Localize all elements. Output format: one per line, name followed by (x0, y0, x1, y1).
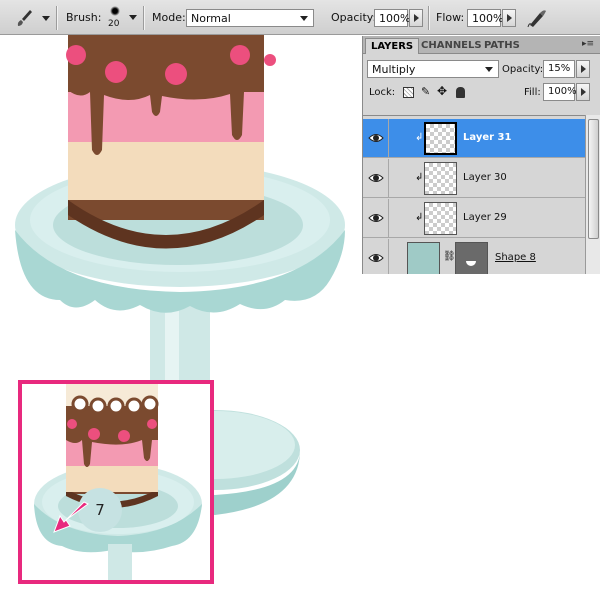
mode-value: Normal (191, 12, 231, 25)
eye-icon (368, 254, 384, 262)
tab-channels[interactable]: CHANNELS (416, 38, 487, 54)
layers-scrollbar[interactable] (585, 115, 600, 274)
blend-mode-select[interactable]: Multiply (367, 60, 499, 78)
flow-input[interactable]: 100% (467, 9, 504, 27)
flow-label: Flow: (436, 11, 465, 24)
layer-opacity-label: Opacity: (502, 64, 544, 75)
options-bar: Brush: 20 Mode: Normal Opacity: 100% Flo… (0, 0, 600, 35)
blend-row: Multiply Opacity: 15% (363, 58, 600, 80)
fill-value: 100% (548, 86, 577, 97)
layer-row-layer-31[interactable]: ↲ Layer 31 (363, 119, 585, 158)
cake (66, 0, 276, 249)
inset-artwork (34, 384, 202, 580)
layer-name[interactable]: Layer 31 (463, 132, 511, 143)
airbrush-icon[interactable] (526, 7, 548, 29)
fill-slider-button[interactable] (576, 83, 590, 101)
visibility-toggle[interactable] (363, 159, 389, 198)
tool-preset-dropdown-icon[interactable] (42, 16, 50, 21)
chevron-down-icon (485, 67, 493, 72)
flow-value: 100% (472, 12, 504, 25)
layer-opacity-slider-button[interactable] (576, 60, 590, 78)
brush-dropdown-icon[interactable] (129, 15, 137, 20)
opacity-input[interactable]: 100% (374, 9, 411, 27)
flow-slider-button[interactable] (502, 9, 516, 27)
brush-size: 20 (108, 19, 120, 29)
panel-menu-icon[interactable]: ▸≡ (582, 39, 594, 49)
eye-icon (368, 214, 384, 222)
layer-thumbnail (424, 202, 457, 235)
visibility-toggle[interactable] (363, 239, 389, 274)
layer-name[interactable]: Layer 29 (463, 212, 507, 223)
zoom-inset (18, 380, 214, 584)
lock-position-icon[interactable]: ✥ (437, 84, 447, 98)
visibility-toggle[interactable] (363, 199, 389, 238)
clip-arrow-icon: ↲ (415, 172, 424, 183)
panel-tabs: LAYERS CHANNELS PATHS ▸≡ (363, 36, 600, 54)
opacity-slider-button[interactable] (409, 9, 423, 27)
mode-select[interactable]: Normal (186, 9, 314, 27)
layer-row-layer-29[interactable]: ↲ Layer 29 (363, 199, 585, 238)
layer-color-thumbnail (407, 242, 440, 274)
link-icon: ⛓ (443, 251, 456, 262)
visibility-toggle[interactable] (363, 119, 389, 158)
layer-name[interactable]: Shape 8 (495, 252, 536, 263)
brush-tool-icon[interactable] (14, 8, 34, 28)
fill-label: Fill: (524, 87, 541, 98)
mode-label: Mode: (152, 11, 186, 24)
lock-transparent-icon[interactable] (403, 87, 414, 98)
eye-icon (368, 174, 384, 182)
layer-opacity-input[interactable]: 15% (543, 60, 575, 78)
layer-name[interactable]: Layer 30 (463, 172, 507, 183)
eye-icon (368, 134, 384, 142)
opacity-value: 100% (379, 12, 411, 25)
brush-preview-icon[interactable] (110, 6, 120, 16)
fill-input[interactable]: 100% (543, 83, 577, 101)
blend-mode-value: Multiply (372, 63, 416, 76)
layer-row-shape-8[interactable]: ⛓ Shape 8 (363, 239, 585, 274)
layers-panel: LAYERS CHANNELS PATHS ▸≡ Multiply Opacit… (362, 36, 600, 274)
lock-all-icon[interactable] (456, 87, 465, 98)
layer-thumbnail (424, 122, 457, 155)
layers-list: ↲ Layer 31 ↲ Layer 30 ↲ Layer 29 ⛓ Shape… (363, 115, 585, 274)
opacity-label: Opacity: (331, 11, 377, 24)
pointer-arrow-icon (53, 501, 89, 533)
lock-row: Lock: ✎ ✥ Fill: 100% (363, 83, 600, 105)
clip-arrow-icon: ↲ (415, 132, 424, 143)
layer-opacity-value: 15% (548, 63, 571, 74)
tab-paths[interactable]: PATHS (479, 38, 525, 54)
lock-image-icon[interactable]: ✎ (421, 85, 430, 98)
brush-label: Brush: (66, 11, 102, 24)
layer-row-layer-30[interactable]: ↲ Layer 30 (363, 159, 585, 198)
scrollbar-thumb[interactable] (588, 119, 599, 239)
lock-label: Lock: (369, 87, 396, 98)
layer-thumbnail (424, 162, 457, 195)
tab-layers[interactable]: LAYERS (365, 38, 420, 54)
clip-arrow-icon: ↲ (415, 212, 424, 223)
vector-mask-thumbnail (455, 242, 488, 274)
chevron-down-icon (300, 16, 308, 21)
